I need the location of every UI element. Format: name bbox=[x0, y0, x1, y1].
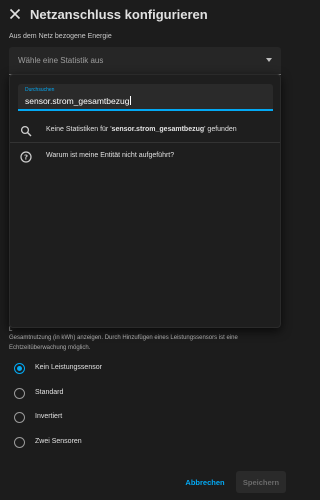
search-icon bbox=[20, 124, 32, 137]
help-item[interactable]: ? Warum ist meine Entität nicht aufgefüh… bbox=[10, 145, 280, 167]
radio-two-sensors[interactable]: Zwei Sensoren bbox=[14, 436, 214, 450]
statistic-picker-popup: Durchsuchen sensor.strom_gesamtbezug Kei… bbox=[9, 74, 281, 328]
radio-label: Kein Leistungssensor bbox=[35, 364, 102, 371]
cancel-button[interactable]: Abbrechen bbox=[177, 471, 233, 493]
radio-button[interactable] bbox=[14, 363, 25, 374]
radio-label: Standard bbox=[35, 389, 64, 396]
statistic-select-placeholder: Wähle eine Statistik aus bbox=[18, 56, 104, 65]
radio-none[interactable]: Kein Leistungssensor bbox=[14, 362, 214, 376]
no-results-text: Keine Statistiken für 'sensor.strom_gesa… bbox=[46, 126, 237, 133]
divider bbox=[10, 142, 280, 143]
svg-text:?: ? bbox=[24, 154, 28, 162]
search-input-value: sensor.strom_gesamtbezug bbox=[25, 96, 132, 106]
help-circle-icon: ? bbox=[20, 150, 32, 163]
no-results-item: Keine Statistiken für 'sensor.strom_gesa… bbox=[10, 119, 280, 141]
dialog-title: Netzanschluss konfigurieren bbox=[30, 7, 208, 22]
search-input-label: Durchsuchen bbox=[25, 87, 55, 93]
close-icon[interactable] bbox=[6, 5, 24, 23]
statistic-select[interactable]: Wähle eine Statistik aus bbox=[9, 47, 281, 75]
search-input[interactable]: Durchsuchen sensor.strom_gesamtbezug bbox=[18, 84, 273, 111]
radio-button[interactable] bbox=[14, 412, 25, 423]
radio-inverted[interactable]: Invertiert bbox=[14, 411, 214, 425]
radio-label: Zwei Sensoren bbox=[35, 438, 82, 445]
radio-button[interactable] bbox=[14, 437, 25, 448]
save-button[interactable]: Speichern bbox=[236, 471, 286, 493]
radio-standard[interactable]: Standard bbox=[14, 387, 214, 401]
grid-consumption-label: Aus dem Netz bezogene Energie bbox=[9, 33, 112, 40]
power-description: Gesamtnutzung (in kWh) anzeigen. Durch H… bbox=[9, 335, 238, 351]
chevron-down-icon bbox=[266, 58, 272, 62]
help-text: Warum ist meine Entität nicht aufgeführt… bbox=[46, 152, 175, 159]
dialog-header: Netzanschluss konfigurieren bbox=[0, 0, 292, 30]
radio-label: Invertiert bbox=[35, 413, 63, 420]
radio-button[interactable] bbox=[14, 388, 25, 399]
